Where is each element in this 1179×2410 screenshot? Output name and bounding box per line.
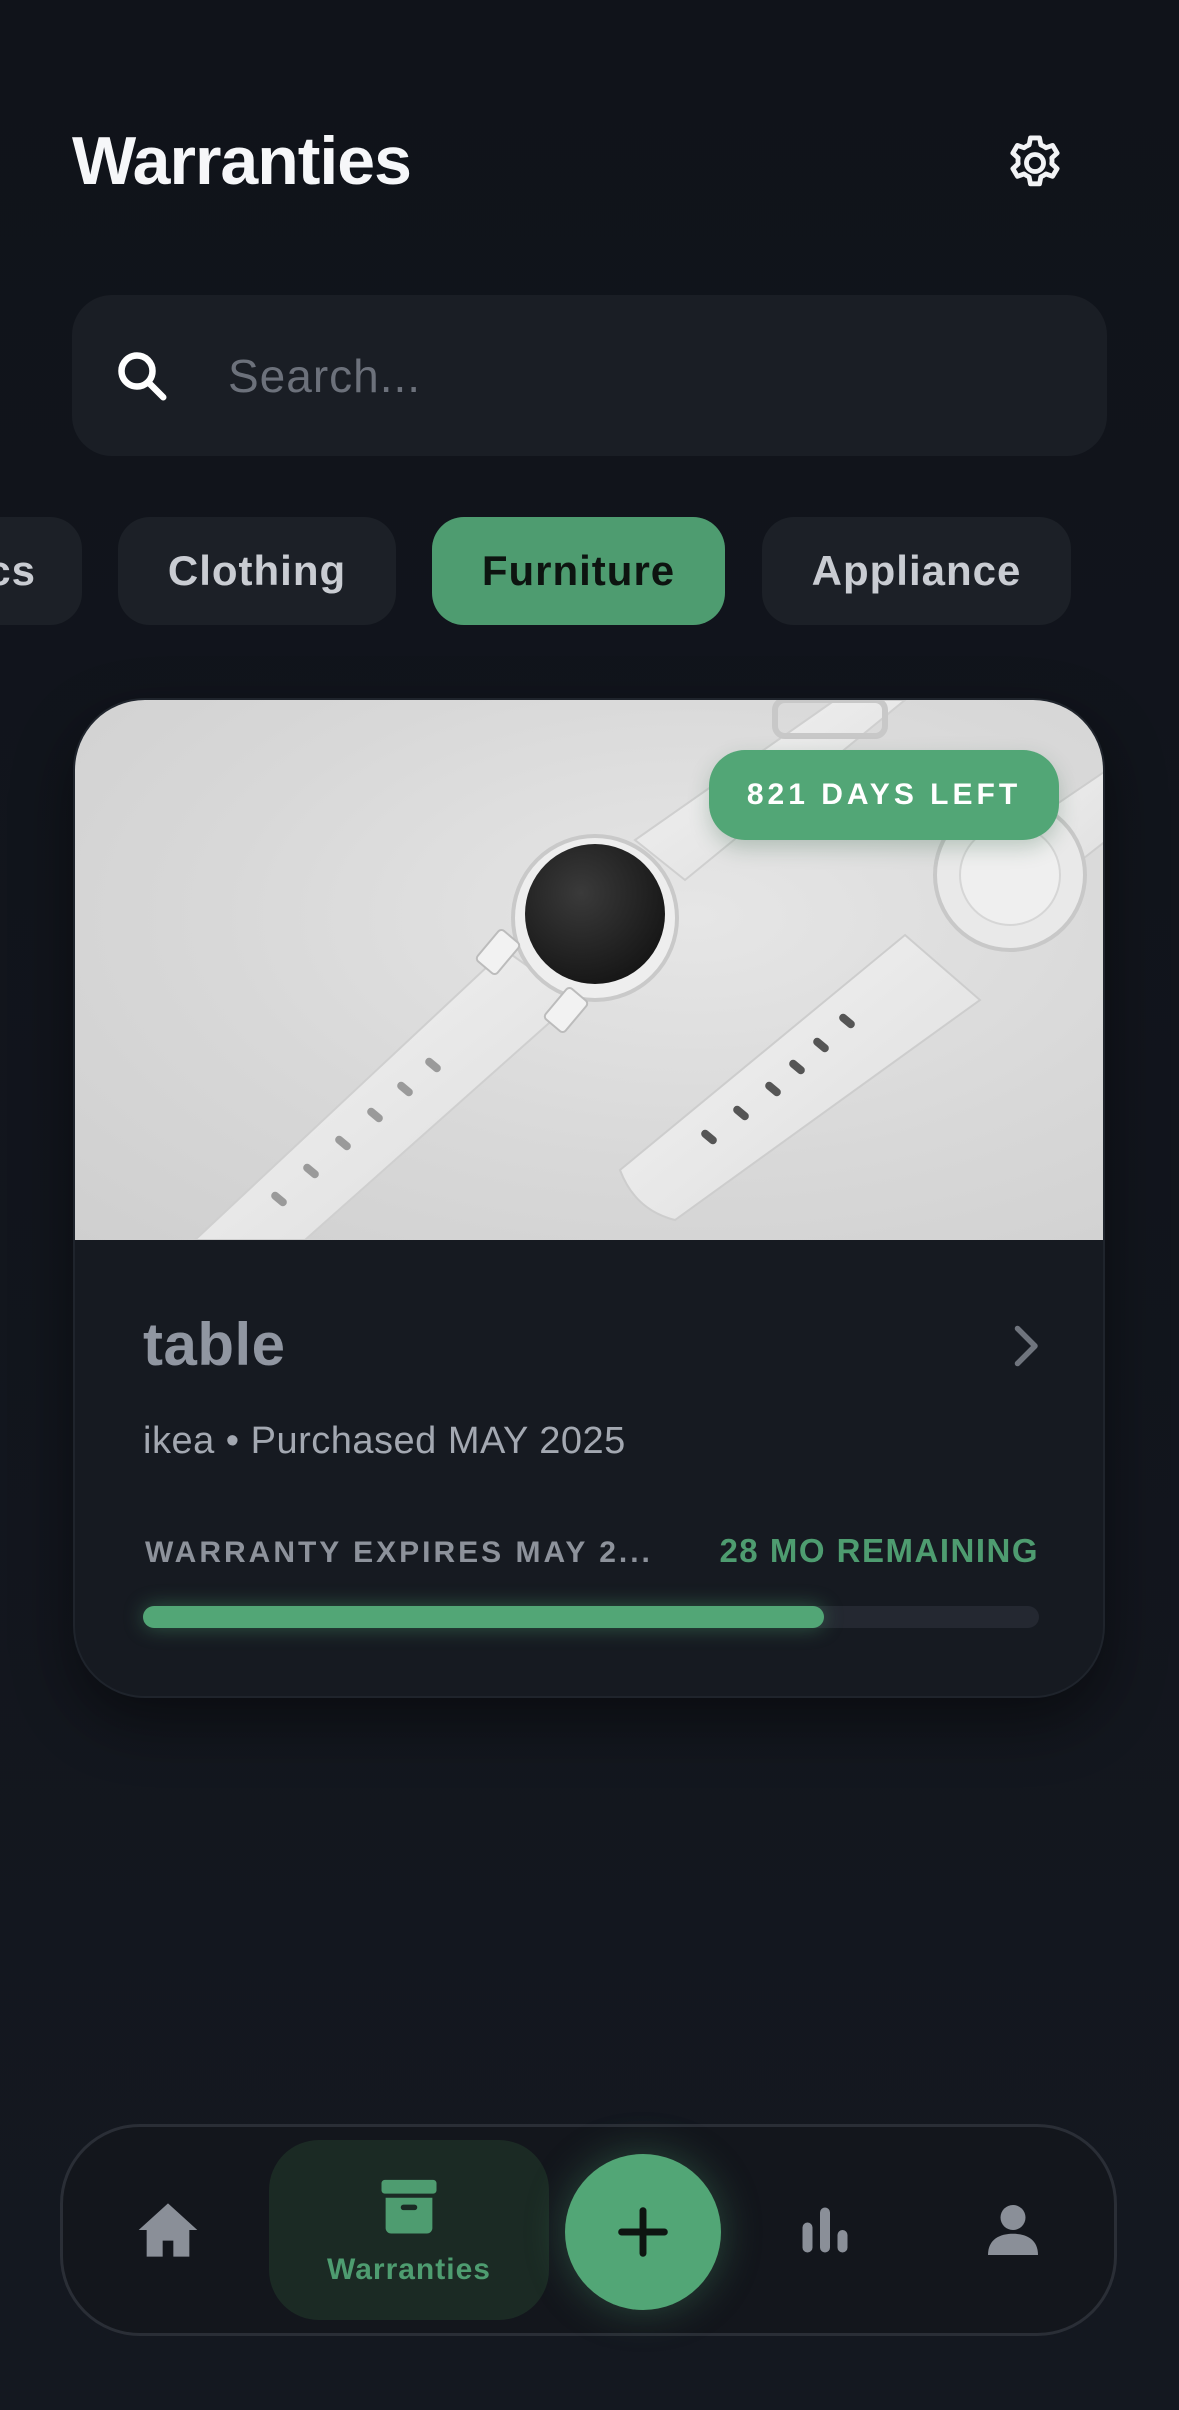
gear-icon xyxy=(1010,135,1060,187)
category-chip-appliance[interactable]: Appliance xyxy=(762,517,1071,625)
bar-chart-icon xyxy=(802,2207,848,2253)
warranty-progress-fill xyxy=(143,1606,824,1628)
plus-icon xyxy=(618,2207,668,2257)
warranty-progress-bar xyxy=(143,1606,1039,1628)
search-input[interactable] xyxy=(228,340,1028,412)
item-meta: ikea • Purchased MAY 2025 xyxy=(143,1420,626,1462)
warranties-screen: Warranties cs Clothing Furniture Applian… xyxy=(0,0,1179,2410)
warranty-expiry-label: WARRANTY EXPIRES MAY 2... xyxy=(145,1536,653,1569)
nav-stats[interactable] xyxy=(780,2190,870,2270)
warranty-card[interactable]: 821 DAYS LEFT table ikea • Purchased MAY… xyxy=(73,698,1105,1698)
home-icon xyxy=(138,2203,198,2257)
nav-warranties[interactable]: Warranties xyxy=(269,2140,549,2320)
add-warranty-button[interactable] xyxy=(565,2154,721,2310)
user-icon xyxy=(988,2205,1038,2255)
nav-home[interactable] xyxy=(120,2190,216,2270)
search-icon xyxy=(118,352,167,401)
nav-warranties-label: Warranties xyxy=(327,2253,491,2286)
chevron-right-icon[interactable] xyxy=(995,1316,1055,1376)
days-left-badge: 821 DAYS LEFT xyxy=(709,750,1059,840)
archive-box-icon xyxy=(381,2179,437,2234)
category-chip-furniture[interactable]: Furniture xyxy=(432,517,725,625)
category-chip-clothing[interactable]: Clothing xyxy=(118,517,396,625)
page-title: Warranties xyxy=(72,123,412,199)
category-chip-electronics[interactable]: cs xyxy=(0,517,82,625)
remaining-label: 28 MO REMAINING xyxy=(719,1532,1039,1569)
item-title: table xyxy=(143,1311,286,1378)
settings-button[interactable] xyxy=(996,124,1074,202)
nav-profile[interactable] xyxy=(970,2190,1056,2270)
